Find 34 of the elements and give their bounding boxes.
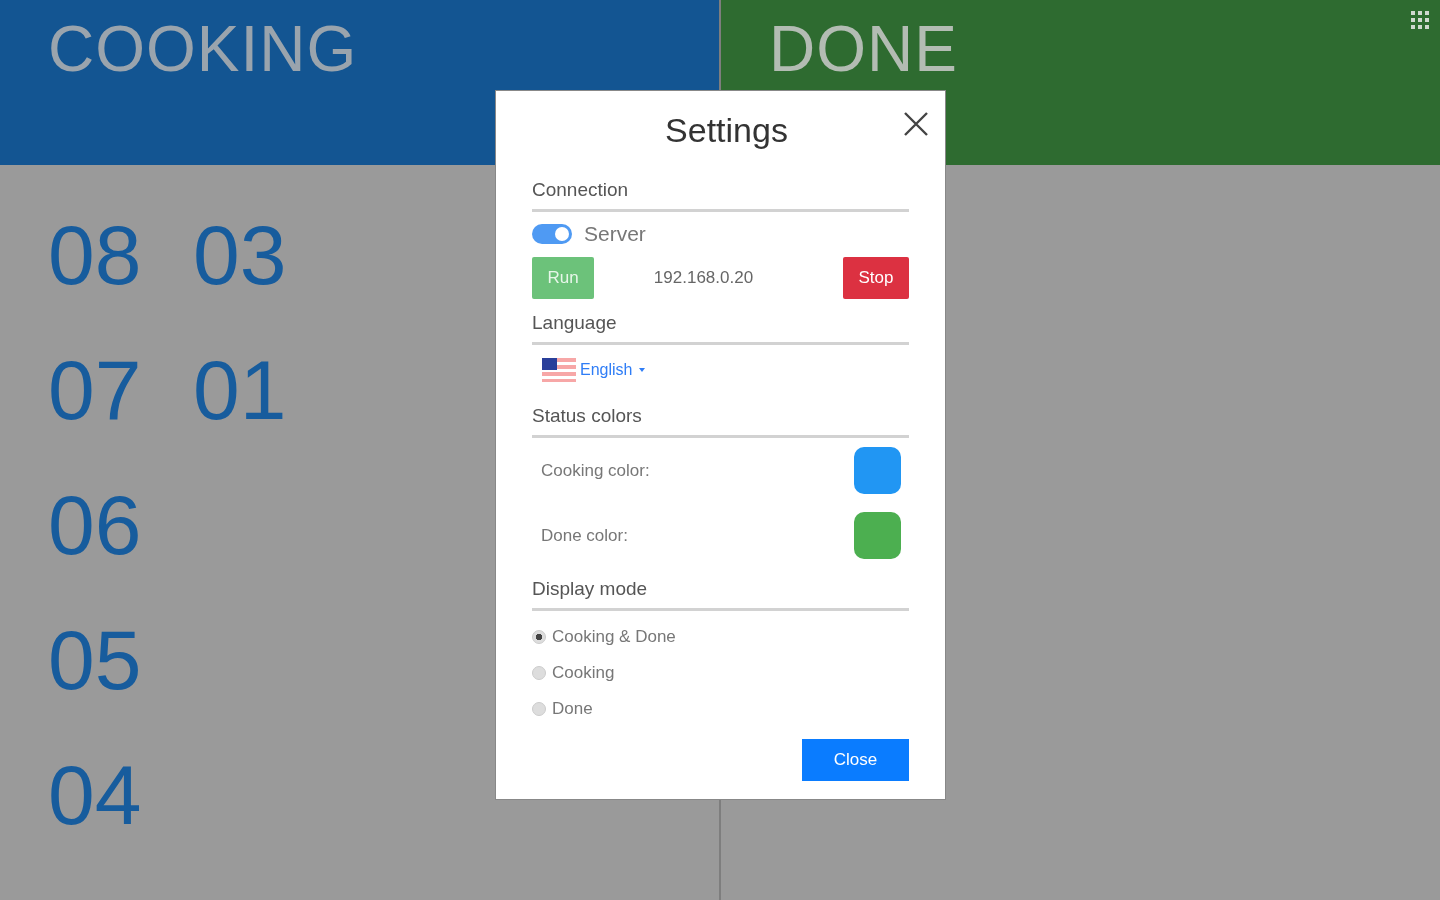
radio-button[interactable] (532, 666, 546, 680)
column-title: COOKING (48, 12, 358, 86)
order-number: 04 (48, 747, 143, 844)
stop-button[interactable]: Stop (843, 257, 909, 299)
section-heading: Display mode (532, 578, 909, 611)
column-title: DONE (769, 12, 958, 86)
order-number: 06 (48, 477, 143, 574)
radio-label: Cooking (552, 663, 615, 683)
color-label: Cooking color: (541, 460, 650, 481)
color-swatch[interactable] (854, 512, 901, 559)
caret-icon (638, 367, 647, 373)
toggle-switch[interactable] (532, 224, 572, 244)
language-dropdown[interactable]: English (580, 361, 647, 379)
apps-grid-icon[interactable] (1410, 10, 1430, 30)
flag-icon (542, 358, 576, 382)
ip-address: 192.168.0.20 (653, 268, 754, 288)
color-swatch[interactable] (854, 447, 901, 494)
radio-label: Done (552, 699, 593, 719)
radio-button[interactable] (532, 702, 546, 716)
section-heading: Language (532, 312, 909, 345)
order-number: 08 (48, 207, 143, 304)
dialog-title: Settings (665, 110, 788, 150)
toggle-label: Server (584, 222, 646, 246)
order-number: 05 (48, 612, 143, 709)
order-number: 07 (48, 342, 143, 439)
close-icon[interactable] (903, 111, 929, 137)
color-label: Done color: (541, 525, 628, 546)
order-number: 03 (193, 207, 288, 304)
section-heading: Connection (532, 179, 909, 212)
close-button[interactable]: Close (802, 739, 909, 781)
section-heading: Status colors (532, 405, 909, 438)
radio-button[interactable] (532, 630, 546, 644)
order-number: 01 (193, 342, 288, 439)
radio-label: Cooking & Done (552, 627, 676, 647)
